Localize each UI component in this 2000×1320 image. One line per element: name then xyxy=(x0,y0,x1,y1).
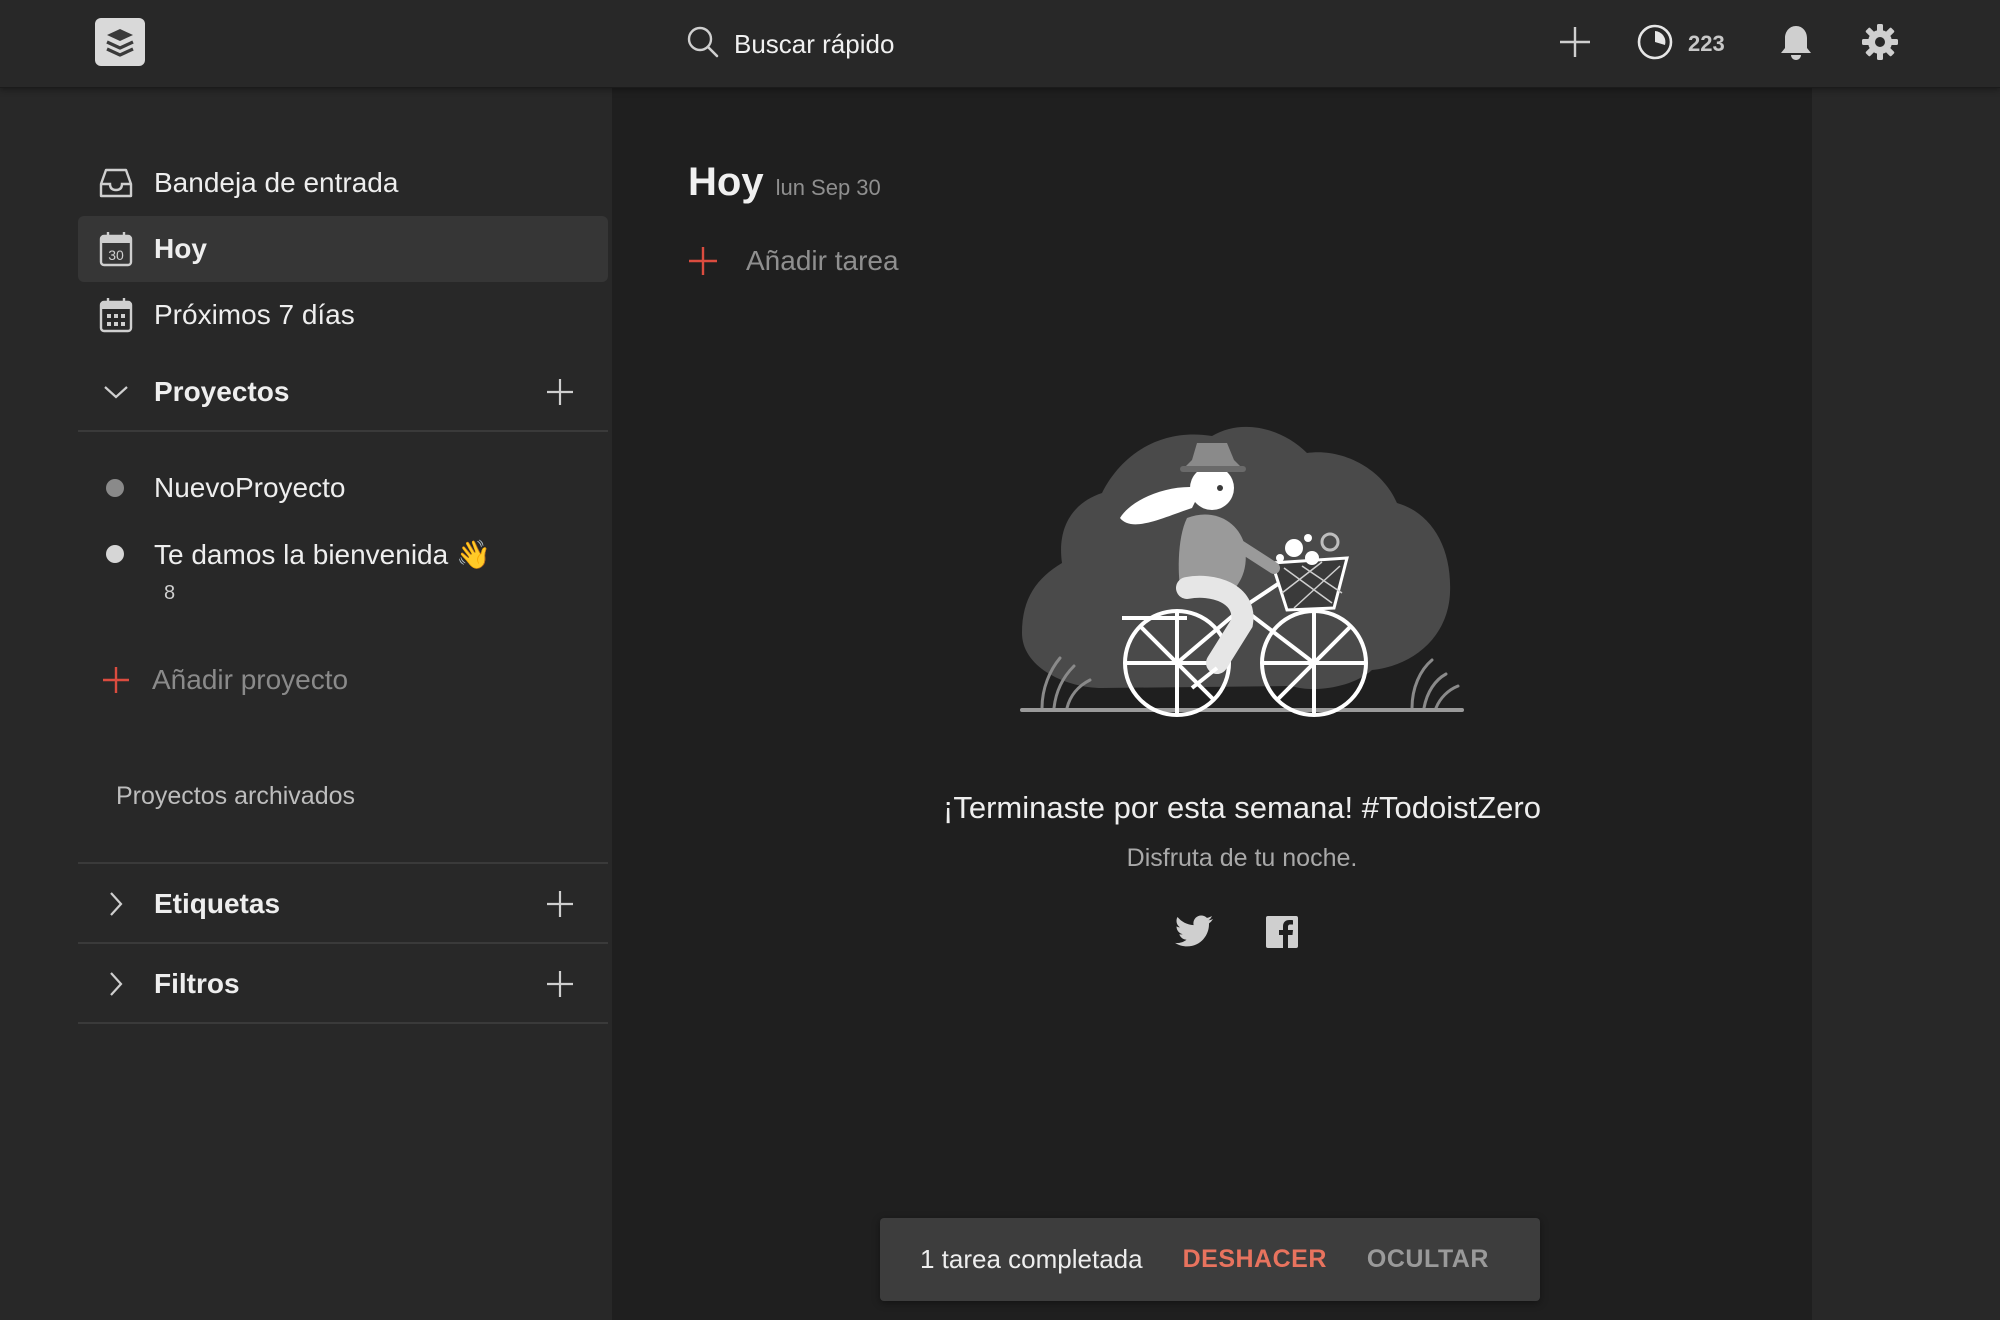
share-twitter-button[interactable] xyxy=(1170,910,1218,958)
gear-icon xyxy=(1861,23,1899,66)
bell-icon xyxy=(1779,23,1813,66)
inbox-icon xyxy=(98,165,134,201)
twitter-icon xyxy=(1174,915,1214,954)
archived-projects-link[interactable]: Proyectos archivados xyxy=(116,782,355,811)
add-filter-plus-icon[interactable] xyxy=(540,964,580,1004)
completion-toast: 1 tarea completada DESHACER OCULTAR xyxy=(880,1218,1540,1301)
bicycle-illustration xyxy=(1012,408,1492,738)
chevron-down-icon xyxy=(98,383,134,401)
divider xyxy=(78,430,608,432)
projects-section-header[interactable]: Proyectos xyxy=(78,354,608,430)
calendar-week-icon xyxy=(98,297,134,333)
divider xyxy=(78,942,608,944)
notifications-button[interactable] xyxy=(1776,22,1816,66)
labels-title: Etiquetas xyxy=(154,888,281,919)
project-color-dot xyxy=(106,479,124,497)
filters-section-header[interactable]: Filtros xyxy=(78,946,608,1022)
divider xyxy=(78,862,608,864)
search-icon xyxy=(686,25,720,64)
sidebar-item-label: Bandeja de entrada xyxy=(154,167,399,198)
sidebar-item-next-7-days[interactable]: Próximos 7 días xyxy=(78,282,608,348)
sidebar-item-inbox[interactable]: Bandeja de entrada xyxy=(78,150,608,216)
sidebar-item-label: Hoy xyxy=(154,233,207,264)
sidebar-item-label: Próximos 7 días xyxy=(154,299,355,330)
add-task-button[interactable]: Añadir tarea xyxy=(688,236,899,286)
karma-pie-icon xyxy=(1636,23,1674,66)
project-color-dot xyxy=(106,545,124,563)
right-gutter xyxy=(1812,88,2000,1320)
empty-state-subtitle: Disfruta de tu noche. xyxy=(1126,844,1358,872)
quick-search[interactable]: Buscar rápido xyxy=(686,22,1186,66)
chevron-right-icon xyxy=(98,890,134,918)
filters-title: Filtros xyxy=(154,968,240,999)
labels-section-header[interactable]: Etiquetas xyxy=(78,866,608,942)
add-project-plus-icon[interactable] xyxy=(540,372,580,412)
toast-message: 1 tarea completada xyxy=(920,1244,1143,1274)
calendar-today-icon: 30 xyxy=(98,231,134,267)
hide-button[interactable]: OCULTAR xyxy=(1367,1245,1489,1274)
add-project-label: Añadir proyecto xyxy=(152,664,349,695)
add-task-label: Añadir tarea xyxy=(746,245,899,276)
sidebar: Bandeja de entrada 30 Hoy Próximos 7 día… xyxy=(0,88,612,1320)
plus-icon xyxy=(1558,25,1592,64)
share-facebook-button[interactable] xyxy=(1258,910,1306,958)
page-date: lun Sep 30 xyxy=(775,175,881,200)
project-label: Te damos la bienvenida 👋 xyxy=(154,538,491,570)
chevron-right-icon xyxy=(98,970,134,998)
main-content: Hoy lun Sep 30 Añadir tarea ¡Terminaste … xyxy=(612,88,1812,1320)
search-label: Buscar rápido xyxy=(734,28,895,59)
settings-button[interactable] xyxy=(1860,22,1900,66)
project-item-welcome[interactable]: Te damos la bienvenida 👋 xyxy=(78,524,608,584)
page-header: Hoy lun Sep 30 xyxy=(688,160,881,205)
todoist-logo-icon[interactable] xyxy=(95,18,145,66)
sidebar-item-today[interactable]: 30 Hoy xyxy=(78,216,608,282)
karma-button[interactable]: 223 xyxy=(1636,22,1725,66)
svg-text:30: 30 xyxy=(108,247,124,263)
project-label: NuevoProyecto xyxy=(154,472,346,503)
quick-add-button[interactable] xyxy=(1555,22,1595,66)
plus-icon xyxy=(688,246,718,276)
projects-title: Proyectos xyxy=(154,376,290,407)
page-title: Hoy xyxy=(688,160,764,204)
top-bar: Buscar rápido 223 xyxy=(0,0,2000,88)
undo-button[interactable]: DESHACER xyxy=(1183,1245,1327,1274)
project-item-nuevoproyecto[interactable]: NuevoProyecto xyxy=(78,458,608,518)
add-label-plus-icon[interactable] xyxy=(540,884,580,924)
add-project-button[interactable]: Añadir proyecto xyxy=(78,650,608,710)
divider xyxy=(78,1022,608,1024)
empty-state-title: ¡Terminaste por esta semana! #TodoistZer… xyxy=(943,790,1541,825)
karma-value: 223 xyxy=(1688,31,1725,56)
facebook-icon xyxy=(1265,915,1299,954)
plus-icon xyxy=(102,666,130,694)
project-task-count: 8 xyxy=(164,582,176,604)
